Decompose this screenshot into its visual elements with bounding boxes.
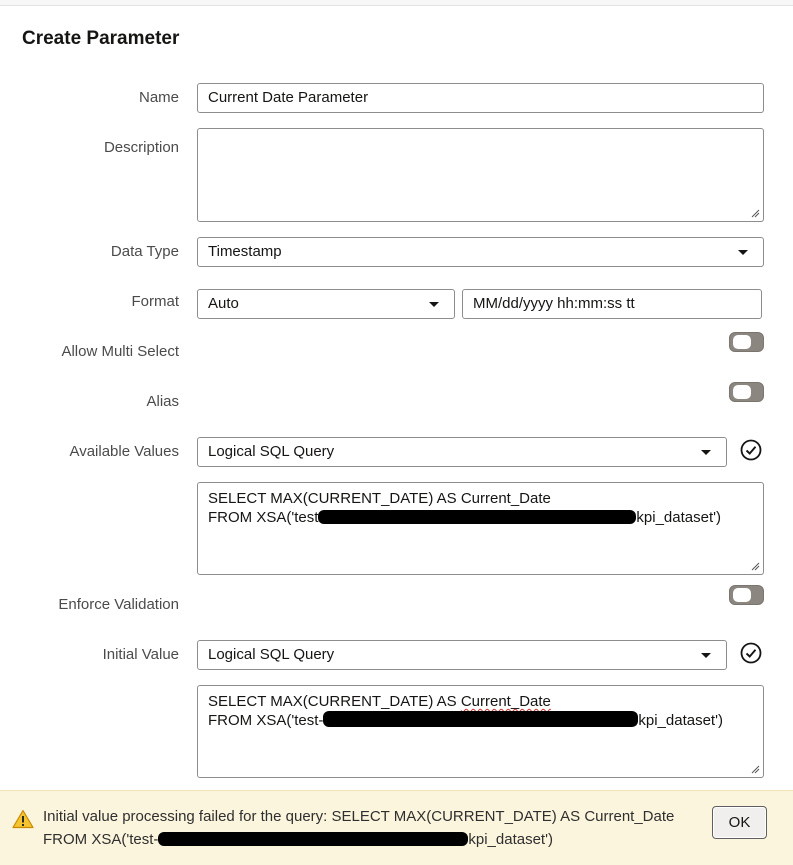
warning-icon — [12, 809, 34, 829]
redaction-mark — [323, 711, 639, 727]
query-line-2: FROM XSA('test-kpi_dataset') — [208, 711, 753, 730]
error-message-line-2: FROM XSA('test-kpi_dataset') — [43, 828, 674, 851]
allow-multi-select-label: Allow Multi Select — [61, 343, 179, 360]
available-values-select[interactable]: Logical SQL Query — [197, 437, 727, 467]
initial-value-query-textarea[interactable]: SELECT MAX(CURRENT_DATE) AS Current_Date… — [197, 685, 764, 778]
query-line-2-suffix: kpi_dataset') — [638, 712, 723, 729]
caret-down-icon — [738, 250, 748, 255]
dialog-top-edge — [0, 0, 793, 6]
format-value: Auto — [208, 295, 239, 312]
check-circle-icon[interactable] — [740, 439, 762, 461]
alias-label: Alias — [146, 393, 179, 410]
format-pattern-input[interactable]: MM/dd/yyyy hh:mm:ss tt — [462, 289, 762, 319]
resize-handle-icon[interactable] — [751, 562, 760, 571]
data-type-label: Data Type — [110, 243, 179, 260]
data-type-select[interactable]: Timestamp — [197, 237, 764, 267]
caret-down-icon — [701, 653, 711, 658]
data-type-value: Timestamp — [208, 243, 282, 260]
toggle-knob — [733, 385, 751, 399]
initial-value-value: Logical SQL Query — [208, 646, 335, 663]
description-textarea[interactable] — [197, 128, 764, 222]
format-select[interactable]: Auto — [197, 289, 455, 319]
query-line-1: SELECT MAX(CURRENT_DATE) AS Current_Date — [208, 692, 753, 711]
redaction-mark — [318, 510, 637, 524]
available-values-value: Logical SQL Query — [208, 443, 335, 460]
query-line-2-prefix: FROM XSA('test — [208, 509, 319, 526]
error-message-suffix: kpi_dataset') — [468, 831, 553, 848]
name-label: Name — [138, 89, 179, 106]
query-line-2-prefix: FROM XSA('test- — [208, 712, 324, 729]
caret-down-icon — [429, 302, 439, 307]
resize-handle-icon[interactable] — [751, 209, 760, 218]
available-values-label: Available Values — [69, 443, 179, 460]
error-message-line-1: Initial value processing failed for the … — [43, 808, 675, 825]
resize-handle-icon[interactable] — [751, 765, 760, 774]
initial-value-select[interactable]: Logical SQL Query — [197, 640, 727, 670]
error-banner: Initial value processing failed for the … — [0, 790, 793, 865]
error-message: Initial value processing failed for the … — [43, 805, 674, 851]
initial-value-label: Initial Value — [102, 646, 179, 663]
description-label: Description — [103, 139, 179, 156]
allow-multi-select-toggle[interactable] — [729, 332, 764, 352]
query-line-2: FROM XSA('test kpi_dataset') — [208, 508, 753, 527]
caret-down-icon — [701, 450, 711, 455]
error-message-prefix: FROM XSA('test- — [43, 831, 159, 848]
redaction-mark — [158, 832, 469, 846]
enforce-validation-toggle[interactable] — [729, 585, 764, 605]
enforce-validation-label: Enforce Validation — [58, 596, 179, 613]
toggle-knob — [733, 588, 751, 602]
name-input[interactable]: Current Date Parameter — [197, 83, 764, 113]
alias-toggle[interactable] — [729, 382, 764, 402]
query-line-2-suffix: kpi_dataset') — [636, 509, 721, 526]
query-line-1-start: SELECT MAX(CURRENT_DATE) AS — [208, 693, 461, 710]
ok-button[interactable]: OK — [712, 806, 767, 839]
spellcheck-flagged-word: Current_Date — [460, 693, 551, 710]
dialog-title: Create Parameter — [22, 28, 180, 49]
check-circle-icon[interactable] — [740, 642, 762, 664]
query-line-1: SELECT MAX(CURRENT_DATE) AS Current_Date — [208, 490, 551, 507]
available-values-query-textarea[interactable]: SELECT MAX(CURRENT_DATE) AS Current_Date… — [197, 482, 764, 575]
format-label: Format — [131, 293, 179, 310]
toggle-knob — [733, 335, 751, 349]
